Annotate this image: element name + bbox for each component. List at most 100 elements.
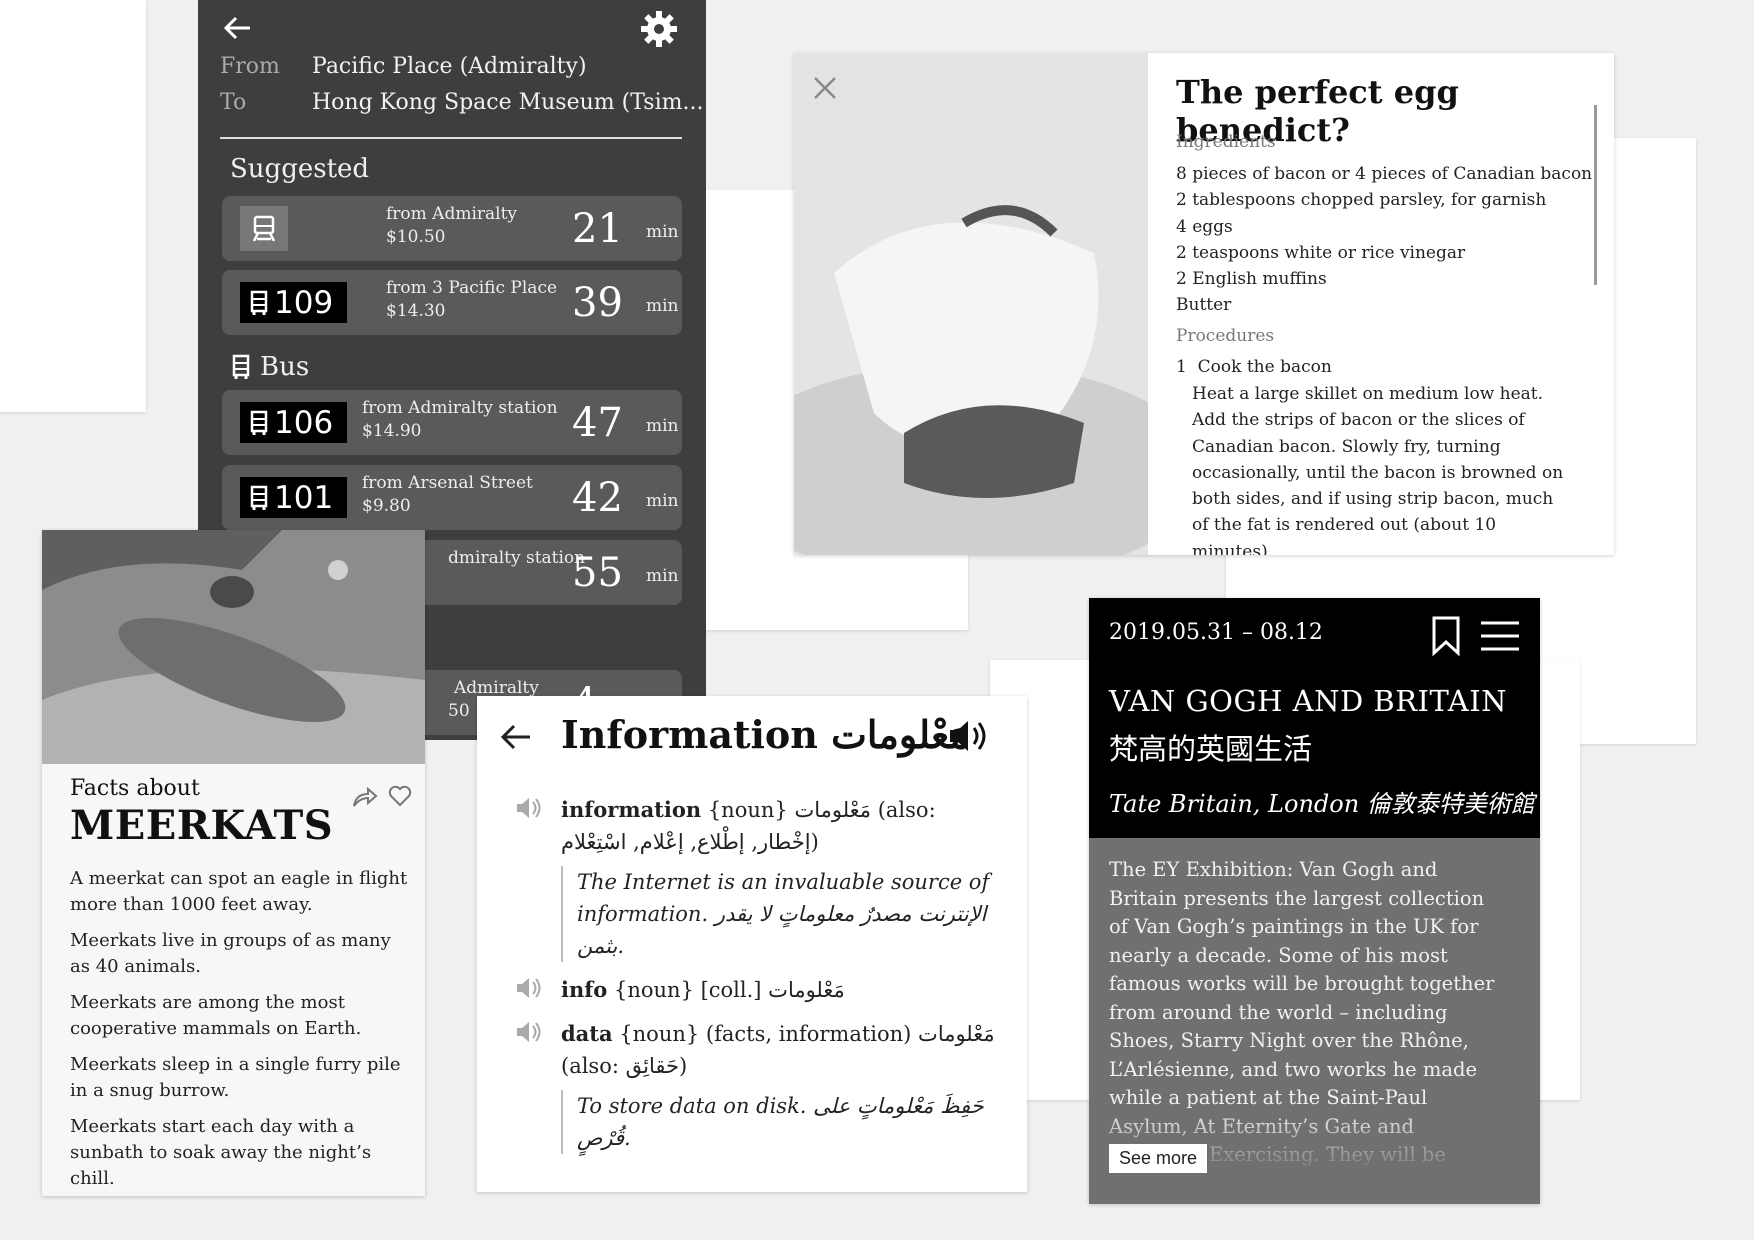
dictionary-entry: info {noun} [coll.] مَعْلومات: [561, 974, 1001, 1006]
route-price: $14.90: [362, 421, 422, 441]
bus-icon: [232, 354, 250, 379]
route-row-109[interactable]: 109 from 3 Pacific Place $14.30 39 min: [222, 270, 682, 335]
bookmark-button[interactable]: [1431, 616, 1461, 660]
example-sentence: The Internet is an invaluable source of …: [561, 866, 1007, 962]
route-badge: 106: [240, 402, 348, 443]
list-item: Meerkats live in groups of as many as 40…: [70, 930, 391, 977]
route-from: from Admiralty station: [362, 398, 558, 418]
route-row-101[interactable]: 101 from Arsenal Street $9.80 42 min: [222, 465, 682, 530]
procedures-heading: Procedures: [1176, 326, 1275, 346]
dictionary-title: Information مَعْلومات: [561, 712, 970, 757]
route-from: from Admiralty: [386, 204, 518, 224]
list-item: 2 English muffins: [1176, 269, 1327, 290]
train-badge: [240, 206, 288, 251]
route-from: Admiralty: [454, 678, 539, 698]
route-minutes: 55: [572, 550, 623, 596]
bus-icon: [250, 485, 268, 510]
route-price: $10.50: [386, 227, 446, 247]
route-unit: min: [646, 222, 679, 242]
route-from: from Arsenal Street: [362, 473, 533, 493]
gear-icon: [641, 11, 677, 47]
step-title: Cook the bacon: [1197, 357, 1332, 377]
bus-icon: [250, 410, 268, 435]
entry-definition: {noun} [coll.] مَعْلومات: [607, 978, 845, 1002]
route-unit: min: [646, 296, 679, 316]
step-body: Heat a large skillet on medium low heat.…: [1192, 384, 1564, 555]
scrollbar[interactable]: [1594, 105, 1597, 285]
arrow-left-icon: [500, 724, 530, 750]
exhibition-dates: 2019.05.31 – 08.12: [1109, 620, 1323, 645]
suggested-heading: Suggested: [230, 154, 370, 184]
route-unit: min: [646, 566, 679, 586]
route-badge: 109: [240, 282, 348, 323]
bus-heading: Bus: [232, 352, 309, 382]
recipe-card: The perfect egg benedict? Ingredients 8 …: [794, 53, 1614, 555]
back-button[interactable]: [497, 718, 535, 756]
exhibition-title: VAN GOGH AND BRITAIN: [1109, 684, 1508, 718]
route-price: $14.30: [386, 301, 446, 321]
play-audio-button[interactable]: [515, 796, 543, 824]
speaker-icon: [517, 1022, 541, 1042]
back-button[interactable]: [220, 10, 256, 46]
arrow-left-icon: [223, 16, 250, 40]
from-value[interactable]: Pacific Place (Admiralty): [312, 54, 587, 79]
play-audio-button[interactable]: [515, 976, 543, 1004]
meerkat-photo: [42, 530, 425, 764]
play-audio-button[interactable]: [947, 718, 987, 758]
meerkat-facts-card: Facts about MEERKATS A meerkat can spot …: [42, 530, 425, 1196]
route-from: from 3 Pacific Place: [386, 278, 558, 298]
list-item: Meerkats sleep in a single furry pile in…: [70, 1054, 401, 1101]
ingredients-list: 8 pieces of bacon or 4 pieces of Canadia…: [1176, 161, 1592, 319]
list-item: A meerkat can spot an eagle in flight mo…: [70, 868, 408, 915]
route-badge: 101: [240, 477, 348, 518]
route-number: 109: [274, 284, 334, 321]
speaker-icon: [950, 721, 986, 751]
list-item: Meerkats start each day with a sunbath t…: [70, 1116, 372, 1189]
settings-button[interactable]: [638, 8, 680, 50]
route-minutes: 39: [572, 280, 623, 326]
close-button[interactable]: [810, 73, 840, 103]
headword: info: [561, 977, 608, 1002]
headword: information: [561, 797, 702, 822]
card-actions: [351, 784, 413, 814]
route-price: 50: [448, 701, 470, 721]
close-icon: [814, 77, 836, 99]
heart-icon: [388, 785, 412, 807]
dictionary-entry: information {noun} مَعْلومات (also: إخْط…: [561, 794, 1001, 858]
facts-list: A meerkat can spot an eagle in flight mo…: [70, 866, 410, 1196]
list-item: Butter: [1176, 295, 1232, 316]
headword: data: [561, 1021, 613, 1046]
step-number: 1: [1176, 357, 1187, 377]
card-title: MEERKATS: [70, 802, 334, 849]
bus-icon: [250, 290, 268, 315]
see-more-button[interactable]: See more: [1109, 1144, 1208, 1173]
list-item: 2 teaspoons white or rice vinegar: [1176, 242, 1466, 263]
route-number: 101: [274, 479, 334, 516]
ingredients-heading: Ingredients: [1176, 132, 1276, 152]
route-from: dmiralty station: [448, 548, 586, 568]
share-icon: [353, 786, 378, 807]
play-audio-button[interactable]: [515, 1020, 543, 1048]
egg-benedict-photo: [794, 53, 1204, 555]
speaker-icon: [517, 978, 541, 998]
to-label: To: [220, 90, 247, 115]
menu-button[interactable]: [1479, 620, 1521, 656]
example-sentence: To store data on disk. حَفِظَ مَعْلوماتٍ…: [561, 1090, 1007, 1154]
route-unit: min: [646, 491, 679, 511]
route-row-train[interactable]: from Admiralty $10.50 21 min: [222, 196, 682, 261]
favorite-button[interactable]: [387, 784, 413, 814]
bookmark-icon: [1432, 616, 1460, 657]
list-item: 8 pieces of bacon or 4 pieces of Canadia…: [1176, 164, 1593, 184]
share-button[interactable]: [351, 784, 379, 814]
list-item: Meerkats are among the most cooperative …: [70, 992, 362, 1039]
to-value[interactable]: Hong Kong Space Museum (Tsim...: [312, 90, 703, 115]
card-kicker: Facts about: [70, 776, 200, 801]
route-unit: min: [646, 416, 679, 436]
route-row-106[interactable]: 106 from Admiralty station $14.90 47 min: [222, 390, 682, 455]
list-item: 2 tablespoons chopped parsley, for garni…: [1176, 190, 1547, 211]
list-item: 4 eggs: [1176, 216, 1233, 237]
route-minutes: 42: [572, 475, 623, 521]
step-heading: 1 Cook the bacon: [1176, 357, 1332, 377]
route-number: 106: [274, 404, 334, 441]
speaker-icon: [517, 798, 541, 818]
